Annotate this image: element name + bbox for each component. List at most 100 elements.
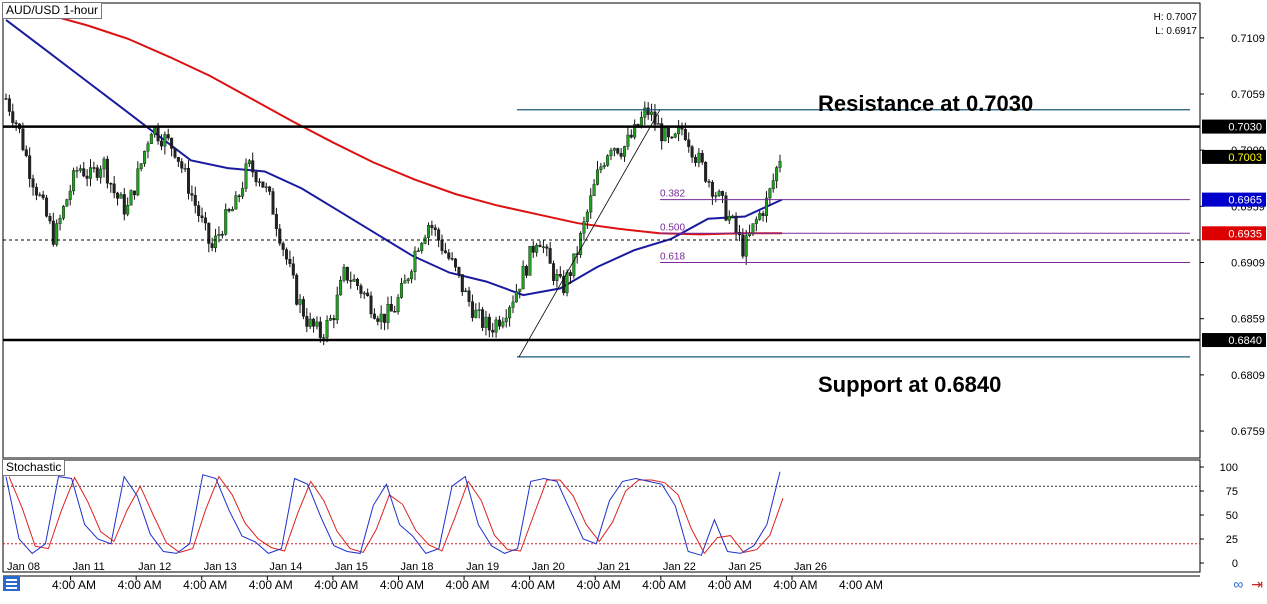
time-label: 4:00 AM [708,578,752,592]
candle-body [443,250,447,253]
candle-body [38,194,42,197]
candle-body [312,318,316,327]
candle-body [183,168,187,170]
candle-body [666,127,670,138]
candle-body [514,291,518,303]
candle-body [497,319,501,327]
candle-body [65,199,69,207]
candle-body [159,140,163,147]
candle-body [220,234,224,236]
candle-body [325,320,329,338]
candle-body [565,272,569,294]
candle-body [494,319,498,333]
stoch-tick-label: 100 [1220,462,1238,474]
stoch-tick-label: 25 [1226,534,1238,546]
date-label: Jan 12 [138,561,171,573]
time-label: 4:00 AM [380,578,424,592]
candle-body [237,195,241,197]
candle-body [264,186,268,189]
candle-body [585,211,589,222]
candle-body [396,297,400,313]
candle-body [261,181,265,188]
candle-body [295,274,299,305]
candle-body [200,215,204,218]
candle-body [308,318,312,327]
time-label: 4:00 AM [446,578,490,592]
candle-body [149,133,153,145]
candle-body [484,316,488,328]
candle-body [457,266,461,275]
candle-body [339,279,343,296]
date-label: Jan 20 [532,561,565,573]
price-pane [2,2,1201,459]
candle-body [163,134,167,147]
price-tick-label: 0.6809 [1231,370,1265,382]
candle-body [197,205,201,217]
candle-body [88,167,92,179]
candle-body [670,136,674,139]
candle-body [568,272,572,276]
candle-body [227,209,231,212]
candle-body [41,194,45,199]
candle-body [677,127,681,135]
candle-body [129,190,133,206]
candle-body [450,258,454,260]
candle-body [214,235,218,248]
candle-body [203,217,207,224]
candle-body [332,318,336,321]
candle-body [727,215,731,221]
price-tag-label: 0.7030 [1228,122,1262,134]
candle-body [45,197,49,217]
candle-body [78,168,82,171]
price-tag-label: 0.6840 [1228,335,1262,347]
time-label: 4:00 AM [511,578,555,592]
candle-body [531,245,535,253]
candle-body [58,218,62,224]
candle-body [342,266,346,281]
candle-body [548,248,552,264]
candle-body [247,160,251,165]
high-label: H: 0.7007 [1153,12,1197,23]
date-label: Jan 08 [7,561,40,573]
candle-body [305,316,309,327]
candle-body [470,301,474,318]
candle-body [24,149,28,156]
link-icon[interactable]: ∞ [1233,576,1243,592]
candle-body [285,249,289,260]
candle-body [180,161,184,169]
candle-body [122,194,126,215]
price-tag-label: 0.6935 [1228,228,1262,240]
candle-body [525,266,529,276]
candle-body [491,329,495,333]
menu-icon[interactable] [3,576,20,591]
candle-body [454,258,458,268]
time-label: 4:00 AM [249,578,293,592]
candle-body [315,321,319,327]
time-label: 4:00 AM [642,578,686,592]
candle-body [95,167,99,178]
candle-body [301,299,305,317]
candle-body [440,239,444,251]
candle-body [775,167,779,181]
candle-body [629,134,633,138]
candle-body [626,134,630,147]
candle-body [31,178,35,188]
time-label: 4:00 AM [183,578,227,592]
candle-body [683,129,687,140]
candle-body [217,234,221,237]
candle-body [254,171,258,183]
candle-body [318,321,322,338]
candle-body [501,321,505,327]
candle-body [82,168,86,177]
candle-body [697,152,701,163]
fib-level-label: 0.500 [660,222,685,233]
candle-body [68,190,72,200]
candle-body [403,280,407,284]
candle-body [623,146,627,157]
candle-body [288,258,292,264]
candle-body [420,243,424,251]
arrow-icon[interactable]: ⇥ [1251,576,1263,592]
candle-body [477,309,481,311]
candle-body [21,128,25,150]
candle-body [606,155,610,166]
